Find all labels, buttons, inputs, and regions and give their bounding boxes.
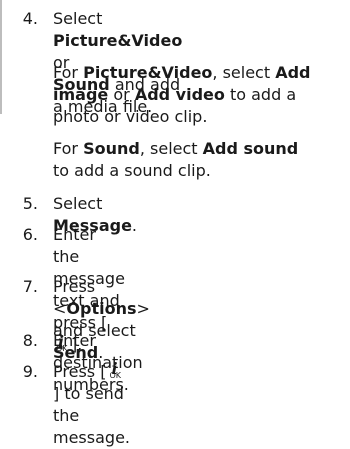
text: photo or video clip. [53,107,208,126]
text: to add a sound clip. [53,161,211,180]
text: , select [212,63,276,82]
text: ] to send the message. [53,384,130,447]
menu-name: Sound [83,139,140,158]
text: Select [53,9,103,28]
ok-label: OK [109,371,121,380]
menu-name: Picture&Video [83,63,213,82]
text: For [53,63,84,82]
margin-rule [0,0,2,114]
step-number: 9. [22,362,38,381]
step-number: 8. [22,331,38,350]
text: Select [53,194,103,213]
text: or [108,85,135,104]
step-number: 6. [22,225,38,244]
text: For [53,139,84,158]
text: to add a [224,85,297,104]
softkey-name: Options [66,299,137,318]
option-name: Add video [134,85,225,104]
step-number: 5. [22,194,38,213]
step-text: Press [i OK ] to send the message. [53,359,130,449]
menu-name: Picture&Video [53,31,183,50]
option-name: Add sound [202,139,299,158]
option-name: image [53,85,109,104]
step-number: 4. [22,9,38,28]
text: . [131,216,138,235]
option-name: Add [275,63,311,82]
text: , select [139,139,203,158]
note-picture-video: For Picture&Video, select Add image or A… [53,62,311,128]
text: Press [ [53,362,107,381]
note-sound: For Sound, select Add sound to add a sou… [53,138,298,182]
step-number: 7. [22,277,38,296]
ok-key-icon: i OK [106,359,124,381]
